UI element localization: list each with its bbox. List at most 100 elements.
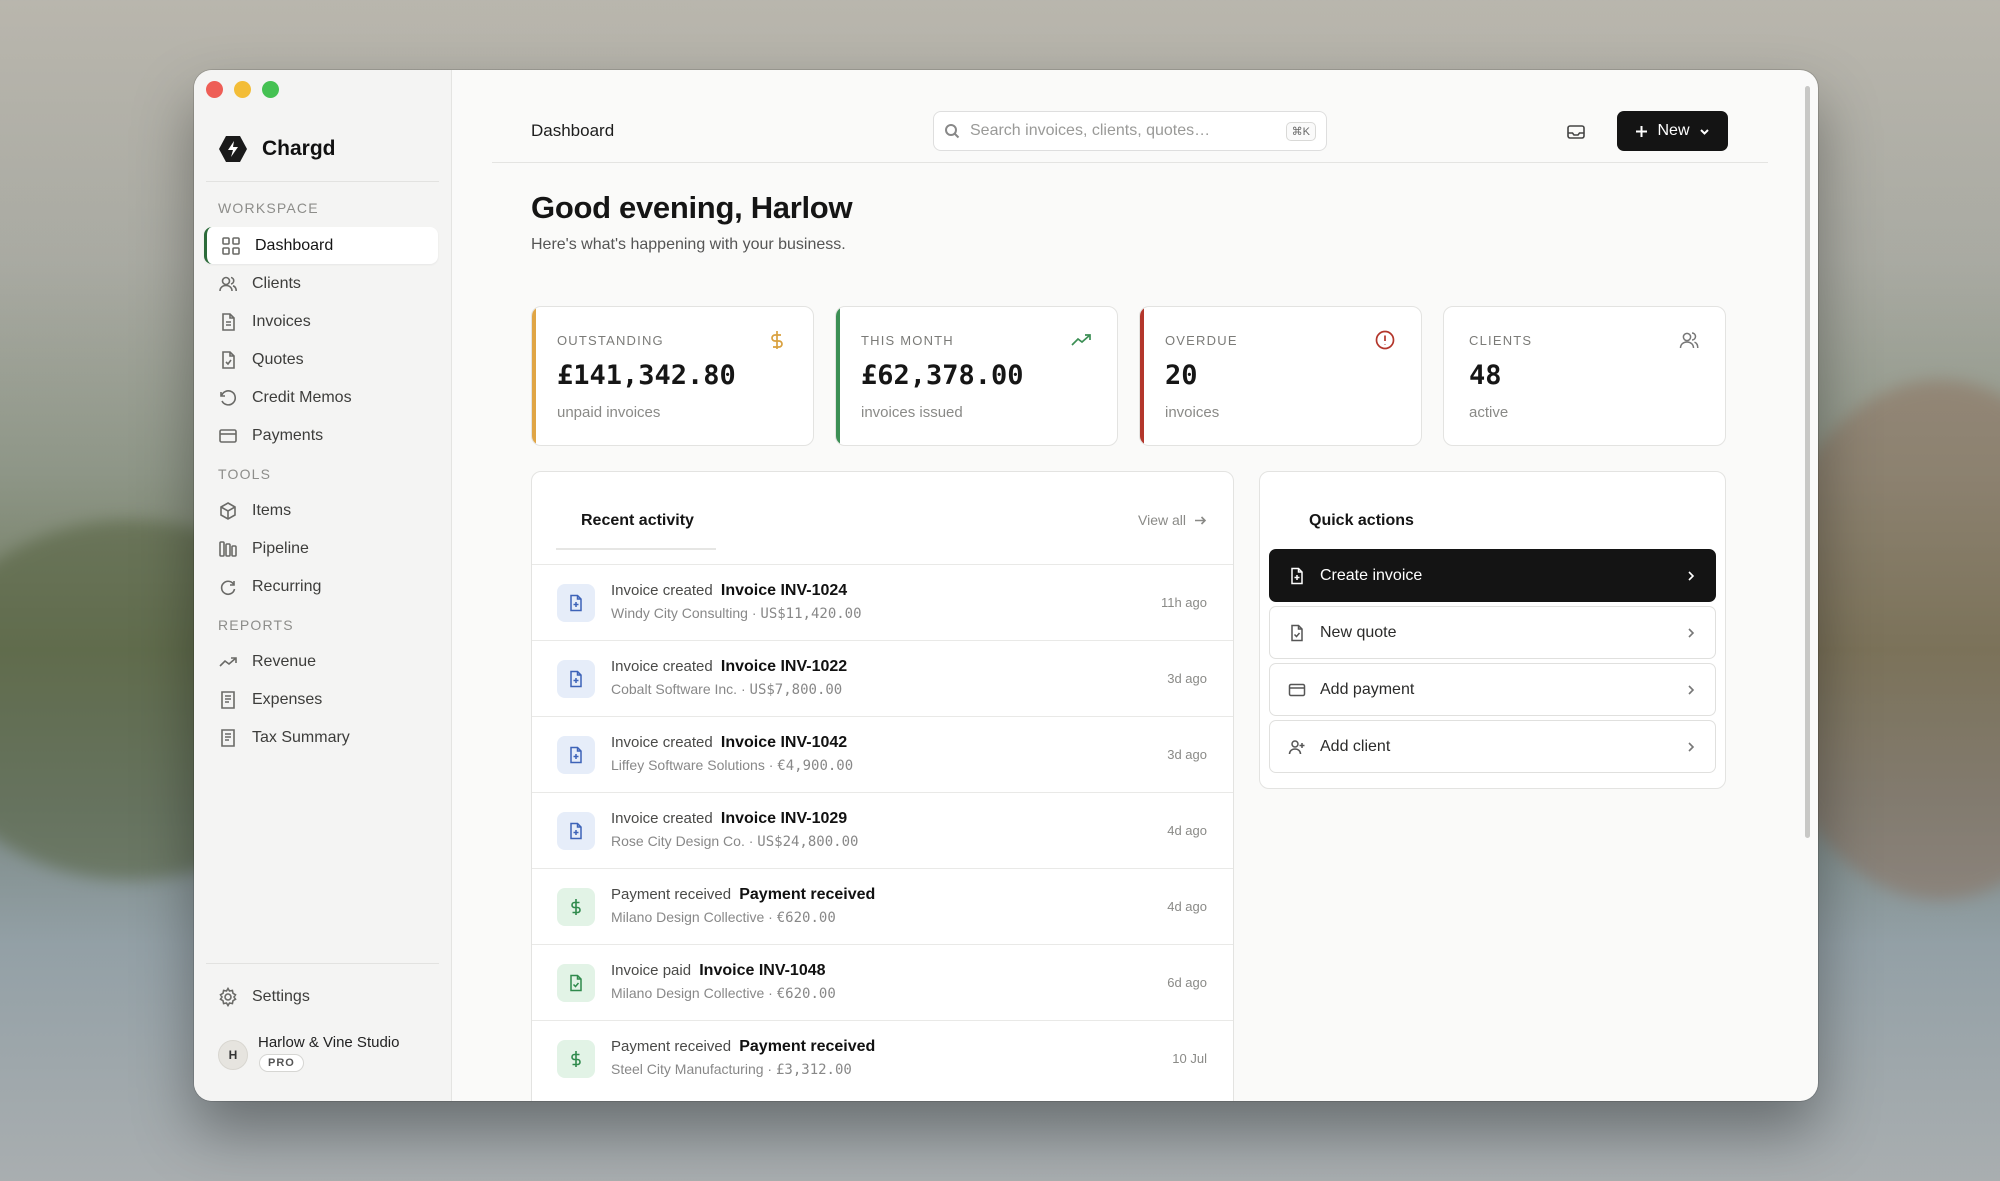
activity-kind: Payment received bbox=[611, 1038, 732, 1055]
activity-time: 3d ago bbox=[1167, 671, 1207, 686]
sidebar-item-pipeline[interactable]: Pipeline bbox=[204, 530, 438, 567]
file-check-icon bbox=[1291, 624, 1303, 641]
new-quote-button[interactable]: New quote bbox=[1269, 606, 1716, 659]
sidebar-item-credit-memos[interactable]: Credit Memos bbox=[204, 379, 438, 416]
activity-row[interactable]: Invoice created Invoice INV-1024 Windy C… bbox=[532, 564, 1233, 640]
activity-row[interactable]: Invoice paid Invoice INV-1048 Milano Des… bbox=[532, 944, 1233, 1020]
add-payment-button[interactable]: Add payment bbox=[1269, 663, 1716, 716]
brand[interactable]: Chargd bbox=[218, 134, 336, 164]
trend-up-icon bbox=[1071, 334, 1091, 346]
card-icon bbox=[219, 428, 237, 443]
stat-label: CLIENTS bbox=[1469, 333, 1533, 348]
minimize-window-button[interactable] bbox=[234, 81, 251, 98]
activity-row[interactable]: Invoice created Invoice INV-1022 Cobalt … bbox=[532, 640, 1233, 716]
divider bbox=[206, 963, 439, 964]
greeting: Good evening, Harlow bbox=[531, 190, 853, 225]
stat-label: OVERDUE bbox=[1165, 333, 1238, 348]
activity-client: Windy City Consulting bbox=[611, 605, 748, 621]
sidebar: Chargd WORKSPACE Dashboard Clients Invoi… bbox=[194, 70, 452, 1101]
chevron-right-icon bbox=[1688, 741, 1695, 752]
org-name[interactable]: Harlow & Vine Studio bbox=[258, 1034, 399, 1051]
activity-time: 4d ago bbox=[1167, 899, 1207, 914]
dollar-icon bbox=[771, 331, 783, 349]
shortcut-hint: ⌘K bbox=[1285, 121, 1316, 141]
dollar-icon bbox=[571, 899, 581, 915]
activity-client: Steel City Manufacturing bbox=[611, 1061, 764, 1077]
section-label-reports: REPORTS bbox=[218, 617, 294, 633]
activity-row[interactable]: Payment received Payment received Steel … bbox=[532, 1020, 1233, 1096]
sidebar-item-settings[interactable]: Settings bbox=[204, 978, 438, 1015]
search-placeholder: Search invoices, clients, quotes… bbox=[970, 122, 1211, 139]
sidebar-item-revenue[interactable]: Revenue bbox=[204, 643, 438, 680]
activity-client: Liffey Software Solutions bbox=[611, 757, 765, 773]
activity-kind: Invoice paid bbox=[611, 962, 692, 979]
create-invoice-button[interactable]: Create invoice bbox=[1269, 549, 1716, 602]
users-icon bbox=[1679, 332, 1699, 349]
stat-card-clients[interactable]: CLIENTS 48 active bbox=[1443, 306, 1726, 446]
quick-action-label: Add payment bbox=[1320, 680, 1415, 698]
avatar[interactable]: H bbox=[218, 1040, 248, 1070]
sidebar-item-label: Recurring bbox=[252, 577, 322, 595]
sidebar-item-label: Quotes bbox=[252, 350, 304, 368]
sidebar-item-tax-summary[interactable]: Tax Summary bbox=[204, 719, 438, 756]
refresh-icon bbox=[220, 580, 236, 595]
quick-action-label: Add client bbox=[1320, 737, 1391, 755]
arrow-right-icon bbox=[1195, 515, 1207, 525]
bolt-logo-icon bbox=[219, 136, 247, 162]
tab-underline bbox=[556, 548, 716, 550]
activity-amount: £3,312.00 bbox=[775, 1062, 852, 1078]
sidebar-item-clients[interactable]: Clients bbox=[204, 265, 438, 302]
search-icon bbox=[945, 124, 960, 139]
sidebar-item-label: Invoices bbox=[252, 312, 311, 330]
sidebar-item-items[interactable]: Items bbox=[204, 492, 438, 529]
sidebar-item-label: Clients bbox=[252, 274, 301, 292]
activity-title: Invoice INV-1048 bbox=[699, 962, 826, 979]
maximize-window-button[interactable] bbox=[262, 81, 279, 98]
inbox-icon[interactable] bbox=[1565, 121, 1587, 143]
scrollbar[interactable] bbox=[1805, 86, 1810, 838]
activity-icon bbox=[557, 888, 595, 926]
recent-activity-panel: Recent activity View all Invoice created… bbox=[531, 471, 1234, 1101]
sidebar-item-expenses[interactable]: Expenses bbox=[204, 681, 438, 718]
chevron-down-icon bbox=[1699, 128, 1709, 135]
activity-kind: Invoice created bbox=[611, 658, 713, 675]
new-button[interactable]: New bbox=[1617, 111, 1728, 151]
file-plus-icon bbox=[1291, 567, 1303, 584]
activity-icon bbox=[557, 736, 595, 774]
sidebar-item-label: Expenses bbox=[252, 690, 323, 708]
activity-row[interactable]: Payment received Payment received Milano… bbox=[532, 868, 1233, 944]
greeting-subtitle: Here's what's happening with your busine… bbox=[531, 236, 846, 253]
stat-card-overdue[interactable]: OVERDUE 20 invoices bbox=[1139, 306, 1422, 446]
users-icon bbox=[219, 276, 237, 291]
app-window: Chargd WORKSPACE Dashboard Clients Invoi… bbox=[194, 70, 1818, 1101]
stat-value: 20 bbox=[1165, 360, 1198, 391]
sidebar-item-invoices[interactable]: Invoices bbox=[204, 303, 438, 340]
stat-card-this-month[interactable]: THIS MONTH £62,378.00 invoices issued bbox=[835, 306, 1118, 446]
sidebar-item-label: Revenue bbox=[252, 652, 317, 670]
sidebar-item-label: Dashboard bbox=[255, 236, 334, 254]
panel-title: Recent activity bbox=[581, 512, 694, 529]
search-input[interactable]: Search invoices, clients, quotes… ⌘K bbox=[933, 111, 1327, 151]
file-check-icon bbox=[570, 974, 582, 992]
activity-amount: €620.00 bbox=[776, 986, 836, 1002]
box-icon bbox=[220, 501, 236, 520]
view-all-link[interactable]: View all bbox=[1138, 512, 1207, 528]
sidebar-item-payments[interactable]: Payments bbox=[204, 417, 438, 454]
activity-row[interactable]: Invoice created Invoice INV-1029 Rose Ci… bbox=[532, 792, 1233, 868]
add-client-button[interactable]: Add client bbox=[1269, 720, 1716, 773]
chevron-right-icon bbox=[1688, 627, 1695, 638]
sidebar-item-quotes[interactable]: Quotes bbox=[204, 341, 438, 378]
activity-title: Payment received bbox=[739, 886, 876, 903]
sidebar-item-dashboard[interactable]: Dashboard bbox=[204, 227, 438, 264]
stat-value: £141,342.80 bbox=[557, 360, 736, 391]
sidebar-item-recurring[interactable]: Recurring bbox=[204, 568, 438, 605]
stat-card-outstanding[interactable]: OUTSTANDING £141,342.80 unpaid invoices bbox=[531, 306, 814, 446]
activity-row[interactable]: Invoice created Invoice INV-1042 Liffey … bbox=[532, 716, 1233, 792]
activity-client: Rose City Design Co. bbox=[611, 833, 745, 849]
close-window-button[interactable] bbox=[206, 81, 223, 98]
activity-amount: US$11,420.00 bbox=[760, 606, 862, 622]
main-content: Dashboard Search invoices, clients, quot… bbox=[453, 70, 1818, 1101]
dollar-icon bbox=[571, 1051, 581, 1067]
stat-note: invoices bbox=[1165, 404, 1220, 421]
activity-kind: Payment received bbox=[611, 886, 732, 903]
